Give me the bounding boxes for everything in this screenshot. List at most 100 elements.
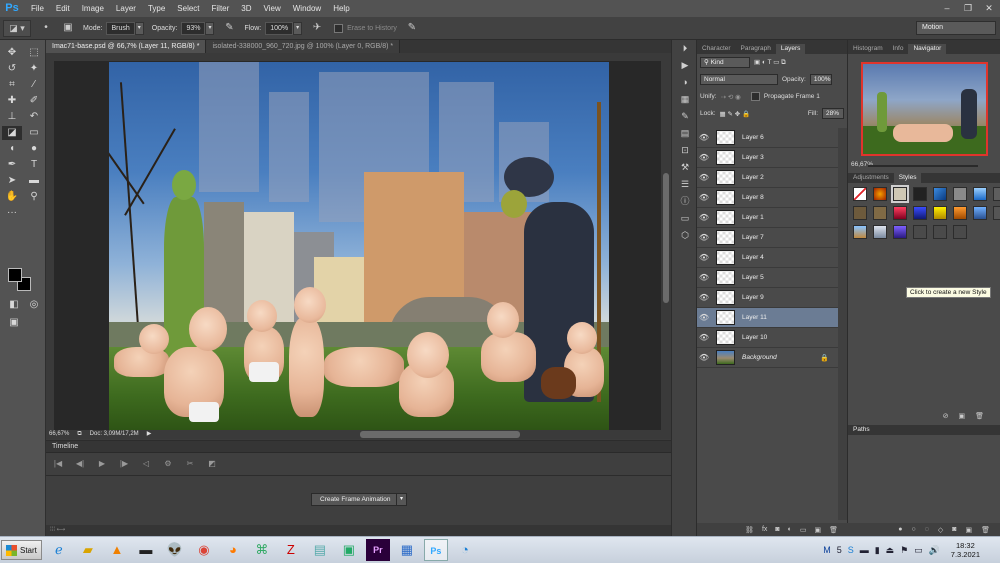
firefox-icon[interactable]: ◕ xyxy=(221,539,245,561)
vertical-scrollbar[interactable] xyxy=(661,53,671,430)
edge-icon[interactable]: ◔ xyxy=(453,539,477,561)
malwarebytes-icon[interactable]: M xyxy=(823,545,831,555)
display-icon[interactable]: ▬ xyxy=(860,545,869,555)
volume-icon[interactable]: 🔊 xyxy=(929,545,940,556)
zoom-level[interactable]: 66,67% xyxy=(49,430,69,439)
style-swatch[interactable] xyxy=(933,206,947,220)
delete-layer-icon[interactable]: 🗑 xyxy=(829,526,838,534)
dodge-tool-icon[interactable]: ● xyxy=(24,142,44,156)
tab-navigator[interactable]: Navigator xyxy=(908,44,947,54)
magic-wand-tool-icon[interactable]: ✦ xyxy=(24,62,44,76)
style-swatch[interactable] xyxy=(893,225,907,239)
foreground-color-swatch[interactable] xyxy=(8,268,22,282)
system-clock[interactable]: 18:32 7.3.2021 xyxy=(951,541,980,559)
blend-mode-select[interactable]: Normal xyxy=(700,74,778,85)
style-swatch[interactable] xyxy=(913,187,927,201)
photoshop-taskbar-icon[interactable]: Ps xyxy=(423,539,448,561)
adjustment-layer-icon[interactable]: ◐ xyxy=(788,526,792,533)
menu-file[interactable]: File xyxy=(25,0,50,17)
layer-row[interactable]: 👁 Layer 9 xyxy=(697,288,839,308)
propagate-checkbox[interactable] xyxy=(750,92,760,101)
healing-brush-tool-icon[interactable]: ✚ xyxy=(2,94,22,108)
style-swatch-none[interactable] xyxy=(853,187,867,201)
layer-style-icon[interactable]: fx xyxy=(762,526,767,533)
menu-edit[interactable]: Edit xyxy=(50,0,76,17)
layer-row[interactable]: 👁 Layer 7 xyxy=(697,228,839,248)
filter-icons[interactable]: ▣ ◐ T ▭ ⧉ xyxy=(754,58,786,67)
layer-row[interactable]: 👁 Layer 1 xyxy=(697,208,839,228)
hand-tool-icon[interactable]: ✋ xyxy=(2,190,22,204)
visibility-eye-icon[interactable]: 👁 xyxy=(697,273,711,282)
pressure-opacity-icon[interactable]: ✎ xyxy=(222,21,236,35)
visibility-eye-icon[interactable]: 👁 xyxy=(697,173,711,182)
new-group-icon[interactable]: ▭ xyxy=(800,526,807,534)
visibility-eye-icon[interactable]: 👁 xyxy=(697,213,711,222)
menu-3d[interactable]: 3D xyxy=(235,0,257,17)
menu-help[interactable]: Help xyxy=(327,0,355,17)
properties-panel-icon[interactable]: ☰ xyxy=(672,176,698,193)
flow-dropdown-icon[interactable]: ▾ xyxy=(293,21,303,35)
tab-isolated-image[interactable]: isolated-338000_960_720.jpg @ 100% (Laye… xyxy=(206,40,401,53)
notes-app-icon[interactable]: ▤ xyxy=(308,539,332,561)
paths-panel-title[interactable]: Paths xyxy=(848,425,1000,435)
vertical-scroll-thumb[interactable] xyxy=(663,173,669,303)
visibility-eye-icon[interactable]: 👁 xyxy=(697,333,711,342)
style-swatch[interactable] xyxy=(873,225,887,239)
flow-input[interactable]: 100% xyxy=(265,21,294,35)
new-layer-icon[interactable]: ▣ xyxy=(814,526,821,534)
marquee-tool-icon[interactable]: ⬚ xyxy=(24,46,44,60)
layer-row[interactable]: 👁 Layer 2 xyxy=(697,168,839,188)
zoom-tool-icon[interactable]: ⚲ xyxy=(24,190,44,204)
audio-icon[interactable]: ◁ xyxy=(140,459,152,468)
vlc-icon[interactable]: ▲ xyxy=(105,539,129,561)
style-swatch[interactable] xyxy=(953,225,967,239)
tab-info[interactable]: Info xyxy=(888,44,909,54)
horizontal-scroll-thumb[interactable] xyxy=(360,431,520,438)
first-frame-icon[interactable]: |◀ xyxy=(52,459,64,468)
style-swatch-selected[interactable] xyxy=(891,185,909,203)
visibility-eye-icon[interactable]: 👁 xyxy=(697,133,711,142)
document-image[interactable] xyxy=(109,62,609,430)
network-app-icon[interactable]: ⌘ xyxy=(250,539,274,561)
fill-path-icon[interactable]: ● xyxy=(898,526,902,533)
app-5-icon[interactable]: 5 xyxy=(837,545,842,555)
tab-imac71-base[interactable]: Imac71-base.psd @ 66,7% (Layer 11, RGB/8… xyxy=(46,40,207,53)
navigator-zoom-slider[interactable] xyxy=(868,165,978,167)
restore-icon[interactable]: ❐ xyxy=(959,2,977,14)
more-tools-icon[interactable]: ··· xyxy=(2,206,22,220)
new-path-icon[interactable]: ▣ xyxy=(965,526,972,534)
style-swatch[interactable] xyxy=(993,206,1000,220)
transition-icon[interactable]: ◩ xyxy=(206,459,218,468)
eraser-tool-preset-icon[interactable]: ◪ ▾ xyxy=(3,19,31,37)
skype-icon[interactable]: S xyxy=(848,545,854,555)
style-swatch[interactable] xyxy=(853,225,867,239)
link-layers-icon[interactable]: ⛓ xyxy=(745,526,754,534)
tab-paragraph[interactable]: Paragraph xyxy=(736,44,776,54)
layers-scrollbar[interactable] xyxy=(838,128,847,520)
visibility-eye-icon[interactable]: 👁 xyxy=(697,193,711,202)
type-tool-icon[interactable]: T xyxy=(24,158,44,172)
tab-histogram[interactable]: Histogram xyxy=(848,44,888,54)
timeline-title[interactable]: Timeline xyxy=(46,441,671,453)
status-icon[interactable]: ⧉ xyxy=(77,430,81,439)
eraser-tool-icon[interactable]: ◪ xyxy=(2,126,22,140)
network-icon[interactable]: ▭ xyxy=(914,545,923,556)
color-panel-icon[interactable]: ◑ xyxy=(672,74,698,91)
path-as-selection-icon[interactable]: ◌ xyxy=(925,526,929,533)
style-swatch[interactable] xyxy=(953,187,967,201)
blur-tool-icon[interactable]: ◖ xyxy=(2,142,22,156)
prev-frame-icon[interactable]: ◀| xyxy=(74,459,86,468)
menu-select[interactable]: Select xyxy=(171,0,205,17)
info-panel-icon[interactable]: ⓘ xyxy=(672,193,698,210)
alien-app-icon[interactable]: 👽 xyxy=(163,539,187,561)
tab-adjustments[interactable]: Adjustments xyxy=(848,173,894,183)
visibility-eye-icon[interactable]: 👁 xyxy=(697,313,711,322)
next-frame-icon[interactable]: |▶ xyxy=(118,459,130,468)
split-icon[interactable]: ✂ xyxy=(184,459,196,468)
layer-row[interactable]: 👁 Background 🔒 xyxy=(697,348,839,368)
visibility-eye-icon[interactable]: 👁 xyxy=(697,253,711,262)
layer-row[interactable]: 👁 Layer 4 xyxy=(697,248,839,268)
history-brush-tool-icon[interactable]: ↶ xyxy=(24,110,44,124)
menu-type[interactable]: Type xyxy=(142,0,171,17)
delete-path-icon[interactable]: 🗑 xyxy=(981,526,990,534)
